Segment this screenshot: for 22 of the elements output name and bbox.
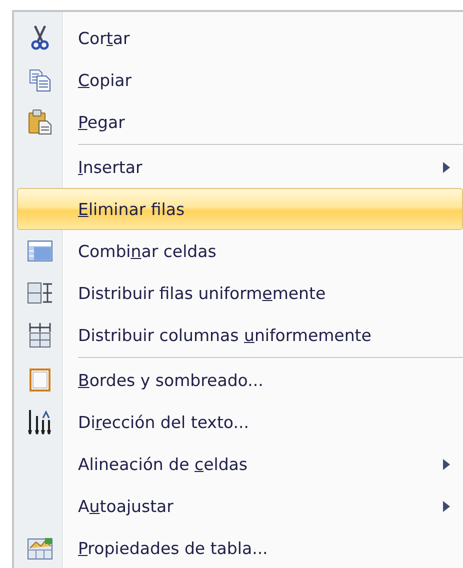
table-icon — [27, 240, 53, 262]
menu-item[interactable]: Alineación de celdas — [17, 443, 463, 485]
menu-item[interactable]: Eliminar filas — [17, 188, 463, 230]
scissors-icon — [31, 25, 49, 51]
text-direction-icon — [26, 408, 54, 436]
menu-item[interactable]: Autoajustar — [17, 485, 463, 527]
menu-item[interactable]: Dirección del texto... — [17, 401, 463, 443]
table-properties-icon — [27, 536, 53, 560]
menu-item[interactable]: Propiedades de tabla... — [17, 527, 463, 568]
copy-icon — [29, 68, 51, 92]
menu-item[interactable]: Bordes y sombreado... — [17, 359, 463, 401]
menu-item[interactable]: Distribuir columnas uniformemente — [17, 314, 463, 356]
menu-item[interactable]: Combinar celdas — [17, 230, 463, 272]
menu-item[interactable]: Pegar — [17, 101, 463, 143]
distribute-rows-icon — [27, 281, 53, 305]
menu-item[interactable]: Cortar — [17, 17, 463, 59]
paste-icon — [28, 109, 52, 135]
page-border-icon — [29, 368, 51, 392]
distribute-columns-icon — [28, 322, 52, 348]
menu-item[interactable]: Copiar — [17, 59, 463, 101]
menu-item[interactable]: Insertar — [17, 146, 463, 188]
menu-item[interactable]: Distribuir filas uniformemente — [17, 272, 463, 314]
